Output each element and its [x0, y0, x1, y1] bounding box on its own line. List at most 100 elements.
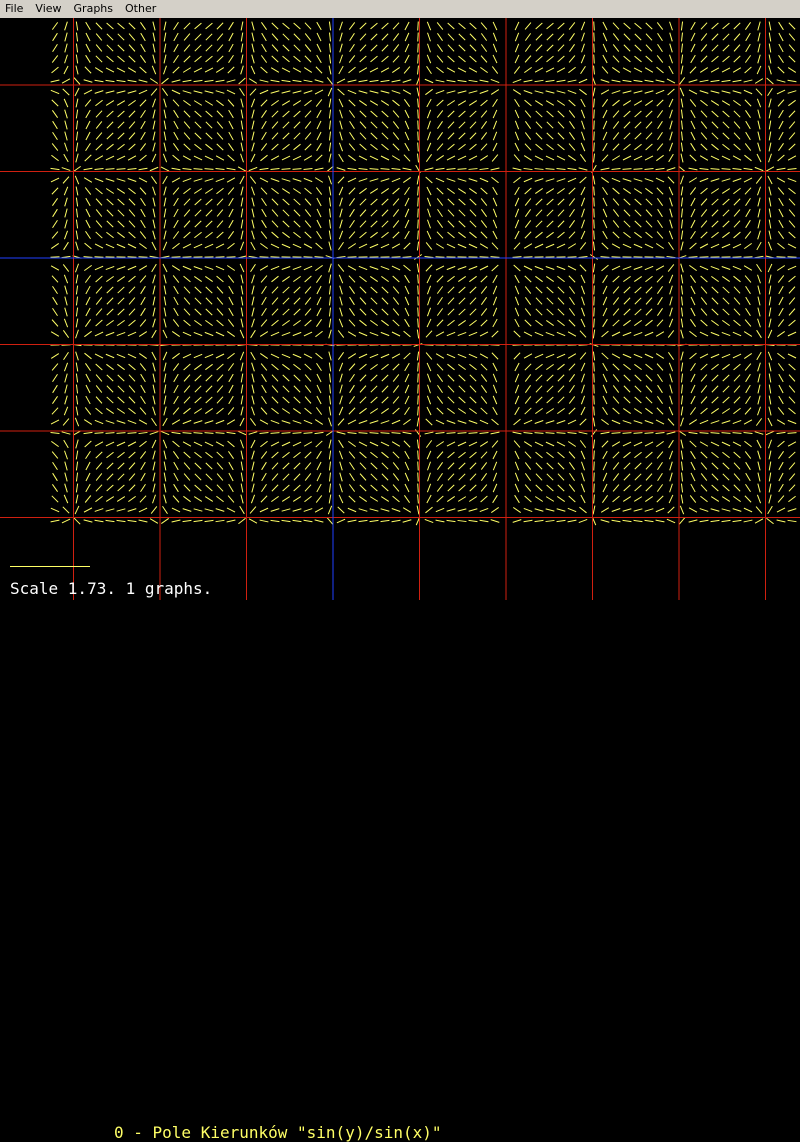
field-segment [241, 220, 243, 229]
status-text: Scale 1.73. 1 graphs. [10, 580, 212, 598]
field-segment [778, 441, 785, 447]
field-segment [106, 433, 115, 434]
field-segment [129, 276, 136, 282]
field-segment [569, 484, 574, 491]
field-segment [293, 244, 301, 248]
field-segment [129, 485, 135, 491]
field-segment [769, 286, 771, 295]
field-segment [789, 364, 796, 370]
field-segment [593, 242, 594, 251]
field-segment [52, 55, 57, 62]
field-segment [360, 309, 366, 315]
field-segment [282, 169, 291, 170]
field-segment [427, 220, 430, 228]
field-segment [557, 354, 565, 358]
field-segment [558, 23, 565, 29]
field-segment [405, 22, 409, 30]
field-segment [283, 56, 290, 62]
field-segment [722, 364, 729, 369]
field-segment [283, 221, 290, 227]
field-segment [64, 231, 67, 239]
field-segment [381, 354, 389, 358]
field-segment [513, 507, 520, 512]
field-segment [315, 520, 324, 522]
field-segment [229, 374, 233, 382]
field-segment [491, 257, 500, 258]
field-segment [174, 220, 179, 228]
plot-canvas[interactable] [0, 18, 800, 600]
field-segment [536, 452, 543, 458]
field-segment [261, 143, 266, 150]
field-segment [755, 519, 763, 523]
field-segment [317, 363, 322, 370]
field-segment [458, 320, 465, 325]
field-segment [437, 22, 443, 29]
menu-other[interactable]: Other [119, 0, 162, 18]
direction-field-plot[interactable] [0, 18, 800, 600]
field-segment [515, 55, 519, 63]
menu-view[interactable]: View [29, 0, 67, 18]
field-segment [635, 210, 641, 216]
field-segment [459, 474, 465, 480]
field-segment [173, 143, 178, 150]
field-segment [141, 220, 146, 228]
menu-file[interactable]: File [0, 0, 29, 18]
field-segment [65, 44, 67, 53]
field-segment [118, 56, 125, 62]
field-segment [227, 178, 235, 182]
field-segment [164, 451, 166, 460]
field-segment [52, 364, 58, 371]
field-segment [701, 309, 707, 316]
field-segment [788, 169, 797, 170]
field-segment [427, 286, 430, 294]
field-segment [95, 520, 104, 521]
field-segment [700, 168, 709, 169]
field-segment [129, 298, 135, 305]
field-segment [359, 80, 368, 81]
field-segment [360, 463, 366, 470]
field-segment [733, 179, 741, 182]
field-segment [515, 209, 518, 217]
field-segment [470, 122, 476, 129]
field-segment [217, 320, 224, 326]
menu-graphs[interactable]: Graphs [68, 0, 119, 18]
field-segment [417, 88, 419, 97]
field-segment [76, 198, 77, 207]
field-segment [128, 354, 136, 358]
field-segment [260, 155, 267, 161]
field-segment [481, 308, 487, 315]
field-segment [711, 188, 718, 193]
field-segment [183, 332, 191, 336]
field-segment [436, 244, 444, 249]
field-segment [788, 156, 796, 160]
field-segment [174, 198, 179, 206]
field-segment [581, 451, 585, 459]
field-segment [493, 209, 496, 217]
field-segment [216, 178, 224, 181]
field-segment [594, 396, 595, 405]
field-segment [524, 520, 533, 522]
field-segment [755, 79, 763, 84]
field-segment [128, 80, 137, 82]
field-segment [645, 169, 654, 170]
field-segment [789, 298, 795, 305]
field-segment [603, 44, 607, 52]
field-segment [602, 353, 609, 359]
field-segment [779, 484, 784, 492]
field-segment [581, 374, 584, 382]
field-segment [64, 363, 67, 371]
field-segment [53, 462, 58, 470]
field-segment [427, 319, 431, 327]
field-segment [283, 23, 290, 29]
field-segment [691, 121, 695, 129]
field-segment [788, 266, 796, 270]
field-segment [382, 56, 389, 62]
field-segment [293, 179, 302, 182]
field-segment [613, 44, 619, 51]
field-segment [76, 462, 77, 471]
field-segment [106, 408, 113, 413]
field-segment [174, 33, 178, 41]
field-segment [241, 187, 243, 196]
field-segment [493, 132, 496, 140]
field-segment [691, 308, 695, 316]
